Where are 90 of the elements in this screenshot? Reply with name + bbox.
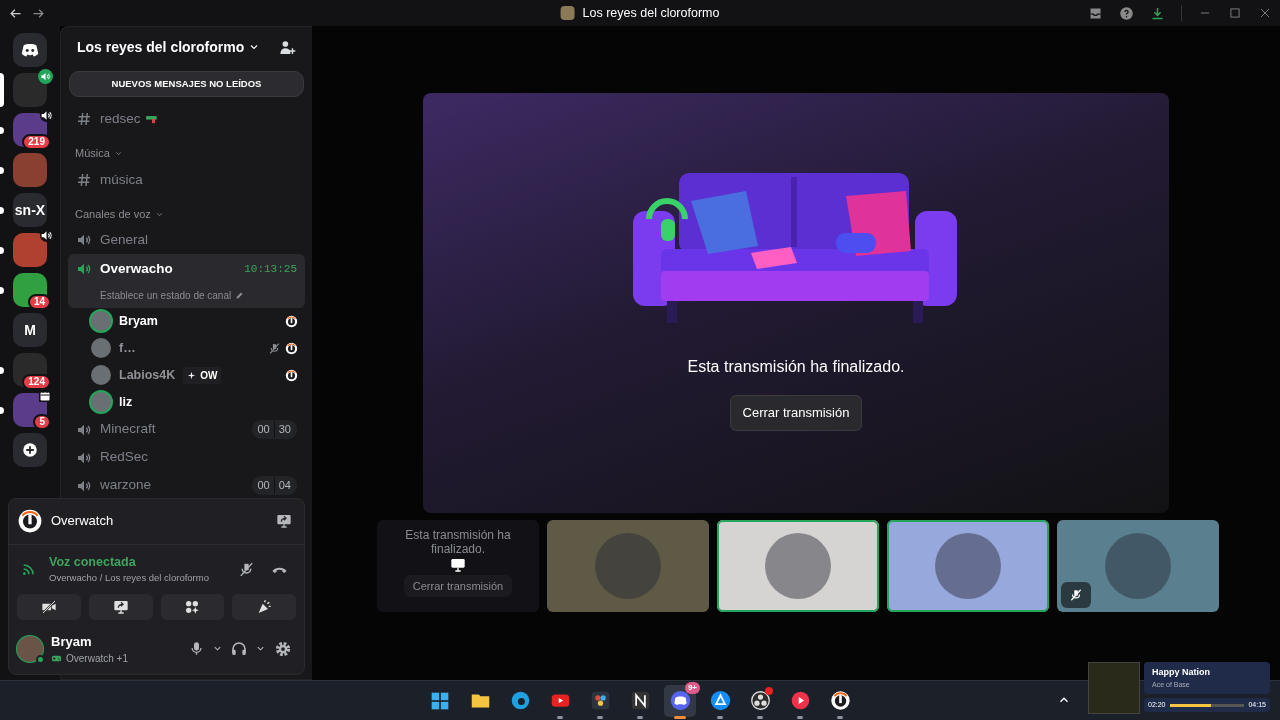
voice-status: Voz conectada (49, 553, 137, 571)
member-name[interactable]: Bryam (119, 311, 158, 331)
close-stream-button[interactable]: Cerrar transmisión (729, 395, 863, 431)
server-button[interactable]: sn-X (0, 190, 60, 230)
text-channel[interactable]: música (68, 165, 305, 194)
server-tag: OW (183, 366, 222, 384)
launcher-icon (709, 690, 731, 711)
game-logo-icon (829, 690, 851, 711)
unread-count-badge: 5 (33, 414, 51, 430)
download-icon[interactable] (1150, 5, 1165, 21)
album-art (1088, 662, 1140, 714)
unread-messages-banner[interactable]: NUEVOS MENSAJES NO LEÍDOS (69, 71, 304, 98)
member-name[interactable]: f… (119, 338, 136, 358)
server-button[interactable]: 5 (0, 390, 60, 430)
song-title: Happy Nation (1152, 666, 1211, 679)
username: Bryam (51, 632, 93, 651)
user-avatar[interactable] (91, 365, 111, 385)
user-limit-counter: 00 30 (251, 420, 297, 439)
windows-logo-icon (430, 690, 450, 711)
call-timer: 10:13:25 (244, 262, 297, 278)
pencil-icon[interactable] (235, 290, 245, 300)
shapes-icon (184, 598, 201, 615)
screen-share-icon[interactable] (276, 513, 292, 529)
user-avatar[interactable] (91, 392, 111, 412)
activities-button[interactable] (160, 593, 225, 620)
game-name: Overwatch (51, 512, 114, 531)
voice-channel[interactable]: General (68, 226, 305, 255)
microphone-icon[interactable] (189, 641, 204, 657)
user-avatar[interactable] (91, 311, 111, 331)
stream-ended-message: Esta transmisión ha finalizado. (687, 357, 905, 377)
server-button[interactable]: M (0, 310, 60, 350)
server-button[interactable]: 124 (0, 350, 60, 390)
notification-badge: 9+ (684, 681, 700, 694)
member-name[interactable]: liz (119, 392, 133, 412)
category-header[interactable]: Canales de voz (61, 193, 312, 227)
user-avatar[interactable] (91, 338, 111, 358)
server-icon (560, 6, 575, 20)
user-activity: Overwatch +1 (66, 652, 128, 666)
voice-channel[interactable]: RedSec (68, 443, 305, 472)
stream-tile[interactable]: Esta transmisión ha finalizado. Cerrar transmisión (377, 520, 539, 612)
participant-tile[interactable] (717, 520, 879, 612)
voice-channel[interactable]: Minecraft 00 30 (68, 415, 305, 444)
plus-icon (21, 441, 39, 459)
participant-tile[interactable] (887, 520, 1049, 612)
color-wheel-icon (589, 690, 611, 711)
chat-app-icon (669, 690, 691, 711)
close-icon[interactable] (1258, 6, 1272, 20)
window-title: Los reyes del cloroformo (582, 4, 720, 22)
unread-count-badge: 14 (27, 294, 51, 310)
add-user-icon[interactable] (279, 38, 296, 56)
channel-status-link[interactable]: Establece un estado de canal (100, 287, 232, 303)
voice-channel[interactable]: warzone 00 04 (68, 471, 305, 500)
user-limit-counter: 00 04 (251, 476, 297, 495)
browser-icon (509, 690, 531, 711)
member-name[interactable]: Labios4K (119, 365, 176, 385)
settings-icon[interactable] (274, 639, 292, 658)
camera-slash-icon (40, 598, 57, 615)
participant-tile[interactable] (547, 520, 709, 612)
camera-toggle-button[interactable] (17, 593, 81, 620)
party-horn-icon (256, 598, 273, 615)
help-icon[interactable] (1119, 5, 1134, 21)
hash-icon (76, 111, 92, 128)
hash-icon (76, 171, 92, 188)
voice-channel[interactable]: Overwacho 10:13:25 Establece un estado de canal (68, 254, 305, 308)
headphones-icon[interactable] (231, 640, 247, 657)
recorder-icon (749, 690, 771, 711)
gamepad-icon (51, 653, 62, 664)
signal-icon (21, 561, 37, 577)
category-header[interactable]: Música (61, 133, 312, 166)
server-button[interactable]: 14 (0, 270, 60, 310)
participant-tile[interactable] (1057, 520, 1219, 612)
unread-count-badge: 219 (22, 134, 51, 150)
monitor-icon (450, 556, 466, 573)
server-name-dropdown[interactable]: Los reyes del cloroformo (77, 36, 261, 58)
soundboard-button[interactable] (232, 593, 296, 620)
close-stream-button[interactable]: Cerrar transmisión (403, 574, 513, 598)
text-channel[interactable]: redsec (68, 105, 305, 134)
sparkle-icon (187, 370, 197, 380)
screen-share-button[interactable] (88, 593, 153, 620)
game-logo-icon (17, 508, 43, 534)
stream-ended-message: Esta transmisión ha finalizado. (404, 527, 512, 557)
screen-share-icon (112, 598, 129, 615)
server-button[interactable]: 219 (0, 110, 60, 150)
voice-location-link[interactable]: Overwacho / Los reyes del cloroformo (49, 571, 209, 586)
user-avatar[interactable] (17, 635, 43, 662)
play-circle-icon (789, 690, 811, 711)
mic-slash-icon (1069, 588, 1083, 602)
letter-n-icon (629, 690, 651, 711)
chevron-down-icon (113, 149, 123, 158)
unread-count-badge: 124 (22, 374, 51, 390)
